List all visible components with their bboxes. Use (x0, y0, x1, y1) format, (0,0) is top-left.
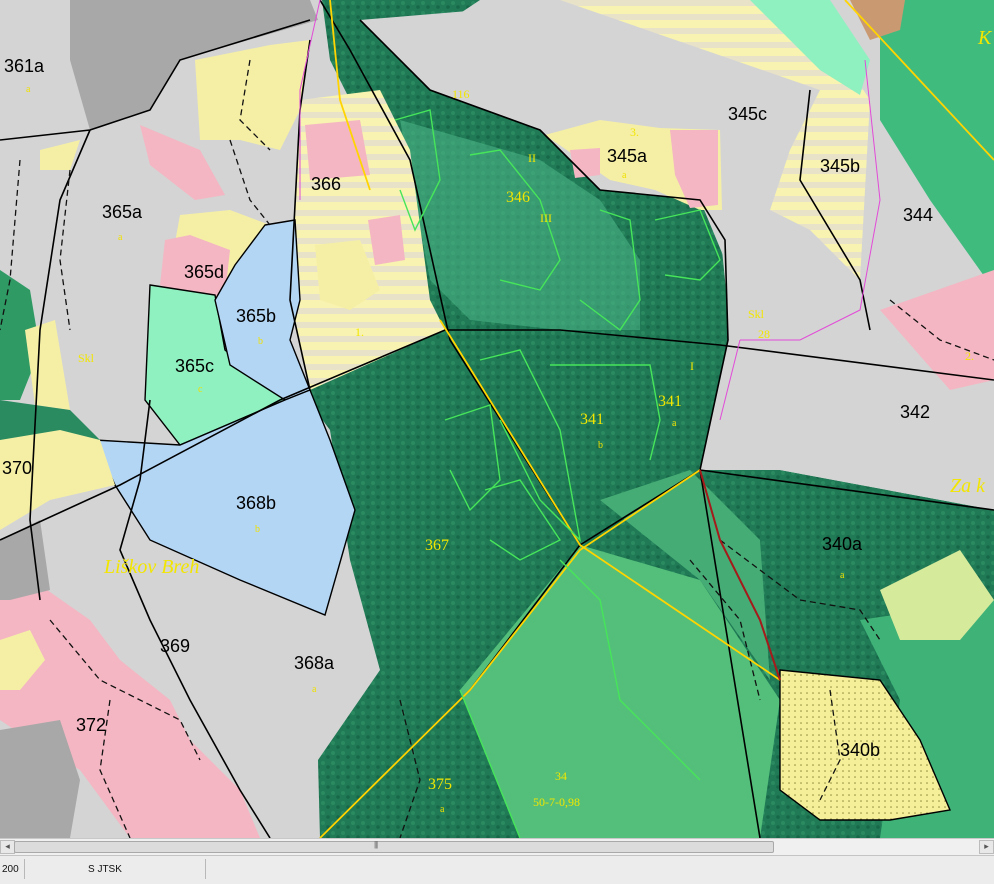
stand-label-365c: 365c (175, 356, 214, 376)
svg-text:c: c (198, 384, 203, 395)
stand-label-372: 372 (76, 715, 106, 735)
stand-label-365b: 365b (236, 306, 276, 326)
svg-text:a: a (118, 232, 123, 243)
scroll-right-button[interactable]: ▸ (979, 840, 994, 854)
stand-label-340a: 340a (822, 534, 863, 554)
stand-label-341a: 341 (658, 393, 682, 410)
svg-text:b: b (255, 524, 260, 535)
svg-text:Skl: Skl (78, 351, 95, 365)
svg-text:b: b (258, 336, 263, 347)
stand-label-367: 367 (425, 537, 449, 554)
crs-readout: S JTSK (88, 864, 122, 875)
stand-label-368b: 368b (236, 493, 276, 513)
svg-text:28: 28 (758, 327, 770, 341)
stand-label-345a: 345a (607, 146, 648, 166)
svg-text:a: a (622, 170, 627, 181)
stand-label-361a: 361a (4, 56, 45, 76)
svg-text:1.: 1. (355, 325, 364, 339)
scroll-left-button[interactable]: ◂ (0, 840, 15, 854)
stand-label-369: 369 (160, 636, 190, 656)
svg-text:a: a (440, 804, 445, 815)
stand-label-340b: 340b (840, 740, 880, 760)
stand-label-342: 342 (900, 402, 930, 422)
stand-label-345b: 345b (820, 156, 860, 176)
scale-readout: 200 (2, 864, 19, 875)
stand-label-365a: 365a (102, 202, 143, 222)
svg-text:a: a (840, 570, 845, 581)
svg-text:a: a (312, 684, 317, 695)
forest-map-view[interactable]: 361a 365a 365b 365c 365d 366 370 368b 36… (0, 0, 994, 838)
stand-label-345c: 345c (728, 104, 767, 124)
scroll-grip-icon: ||| (374, 840, 378, 849)
svg-text:Skl: Skl (748, 307, 765, 321)
svg-text:II: II (528, 151, 536, 165)
svg-text:2.: 2. (965, 349, 974, 363)
stand-label-344: 344 (903, 205, 933, 225)
map-canvas[interactable]: 361a 365a 365b 365c 365d 366 370 368b 36… (0, 0, 994, 838)
svg-text:3.: 3. (630, 125, 639, 139)
svg-text:I: I (690, 359, 694, 373)
svg-text:116: 116 (452, 87, 470, 101)
svg-text:50-7-0,98: 50-7-0,98 (533, 795, 580, 809)
stand-label-341b: 341 (580, 411, 604, 428)
svg-text:a: a (672, 418, 677, 429)
place-name-k: K (977, 27, 993, 49)
place-name-liskov-breh: Liškov Breh (103, 556, 199, 578)
svg-text:a: a (26, 84, 31, 95)
stand-label-368a: 368a (294, 653, 335, 673)
status-bar: 200 S JTSK (0, 855, 994, 884)
svg-text:III: III (540, 211, 552, 225)
stand-label-346: 346 (506, 189, 530, 206)
svg-text:b: b (598, 440, 603, 451)
horizontal-scrollbar[interactable]: ◂ ||| ▸ (0, 838, 994, 855)
scroll-thumb[interactable] (14, 841, 774, 853)
svg-text:34: 34 (555, 769, 567, 783)
stand-label-370: 370 (2, 458, 32, 478)
place-name-za-k: Za k (950, 475, 986, 497)
stand-label-375: 375 (428, 776, 452, 793)
stand-label-366: 366 (311, 174, 341, 194)
stand-label-365d: 365d (184, 262, 224, 282)
